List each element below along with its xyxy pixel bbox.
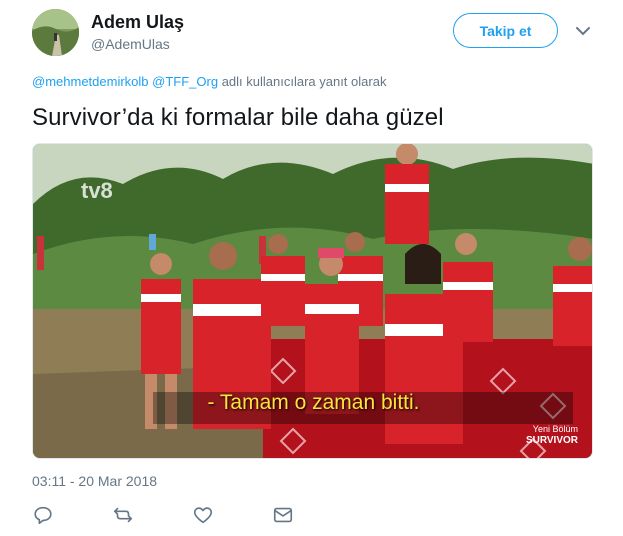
author-name[interactable]: Adem Ulaş — [91, 12, 184, 33]
direct-message-icon[interactable] — [272, 504, 294, 526]
tweet-actions — [32, 504, 332, 528]
video-subtitle: - Tamam o zaman bitti. — [207, 391, 420, 414]
follow-button[interactable]: Takip et — [453, 13, 558, 48]
chevron-down-icon[interactable] — [574, 22, 592, 40]
like-icon[interactable] — [192, 504, 214, 526]
tv8-logo: tv8 — [81, 178, 113, 203]
svg-text:tv8: tv8 — [81, 178, 113, 203]
mention-link[interactable]: @TFF_Org — [152, 74, 218, 89]
mention-link[interactable]: @mehmetdemirkolb — [32, 74, 149, 89]
tweet-text: Survivor’da ki formalar bile daha güzel — [32, 104, 444, 131]
reply-icon[interactable] — [32, 504, 54, 526]
avatar[interactable] — [32, 9, 79, 56]
tweet-card: Adem Ulaş @AdemUlas Takip et @mehmetdemi… — [0, 0, 623, 536]
tweet-timestamp[interactable]: 03:11 - 20 Mar 2018 — [32, 473, 157, 489]
tweet-media-image[interactable]: tv8 - Tamam o zaman bitti. Yeni Bölüm SU… — [32, 143, 593, 459]
retweet-icon[interactable] — [112, 504, 134, 526]
author-handle[interactable]: @AdemUlas — [91, 36, 170, 52]
reply-context: @mehmetdemirkolb @TFF_Org adlı kullanıcı… — [32, 74, 386, 89]
reply-suffix: adlı kullanıcılara yanıt olarak — [221, 74, 387, 89]
corner-label-bottom: SURVIVOR — [525, 435, 578, 446]
corner-label-top: Yeni Bölüm — [532, 424, 578, 434]
